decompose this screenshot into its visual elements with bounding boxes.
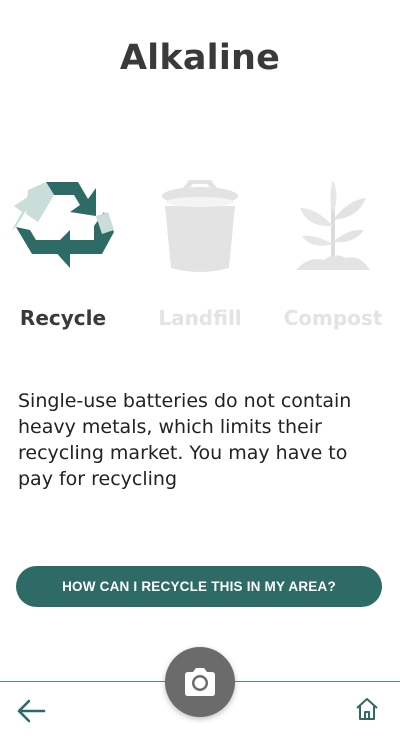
plant-sprout-icon [296,180,370,270]
description-text: Single-use batteries do not contain heav… [18,390,352,490]
recycle-in-area-button[interactable]: HOW CAN I RECYCLE THIS IN MY AREA? [16,566,382,607]
recycle-icon [12,182,114,268]
camera-button[interactable] [165,647,235,717]
option-label: Compost [283,306,383,330]
trash-bin-icon [162,180,238,272]
option-label: Landfill [158,306,242,330]
home-icon[interactable] [354,696,380,722]
page-title: Alkaline [119,38,281,78]
option-label: Recycle [19,306,107,330]
arrow-left-icon[interactable] [16,698,46,724]
camera-icon [185,668,215,696]
